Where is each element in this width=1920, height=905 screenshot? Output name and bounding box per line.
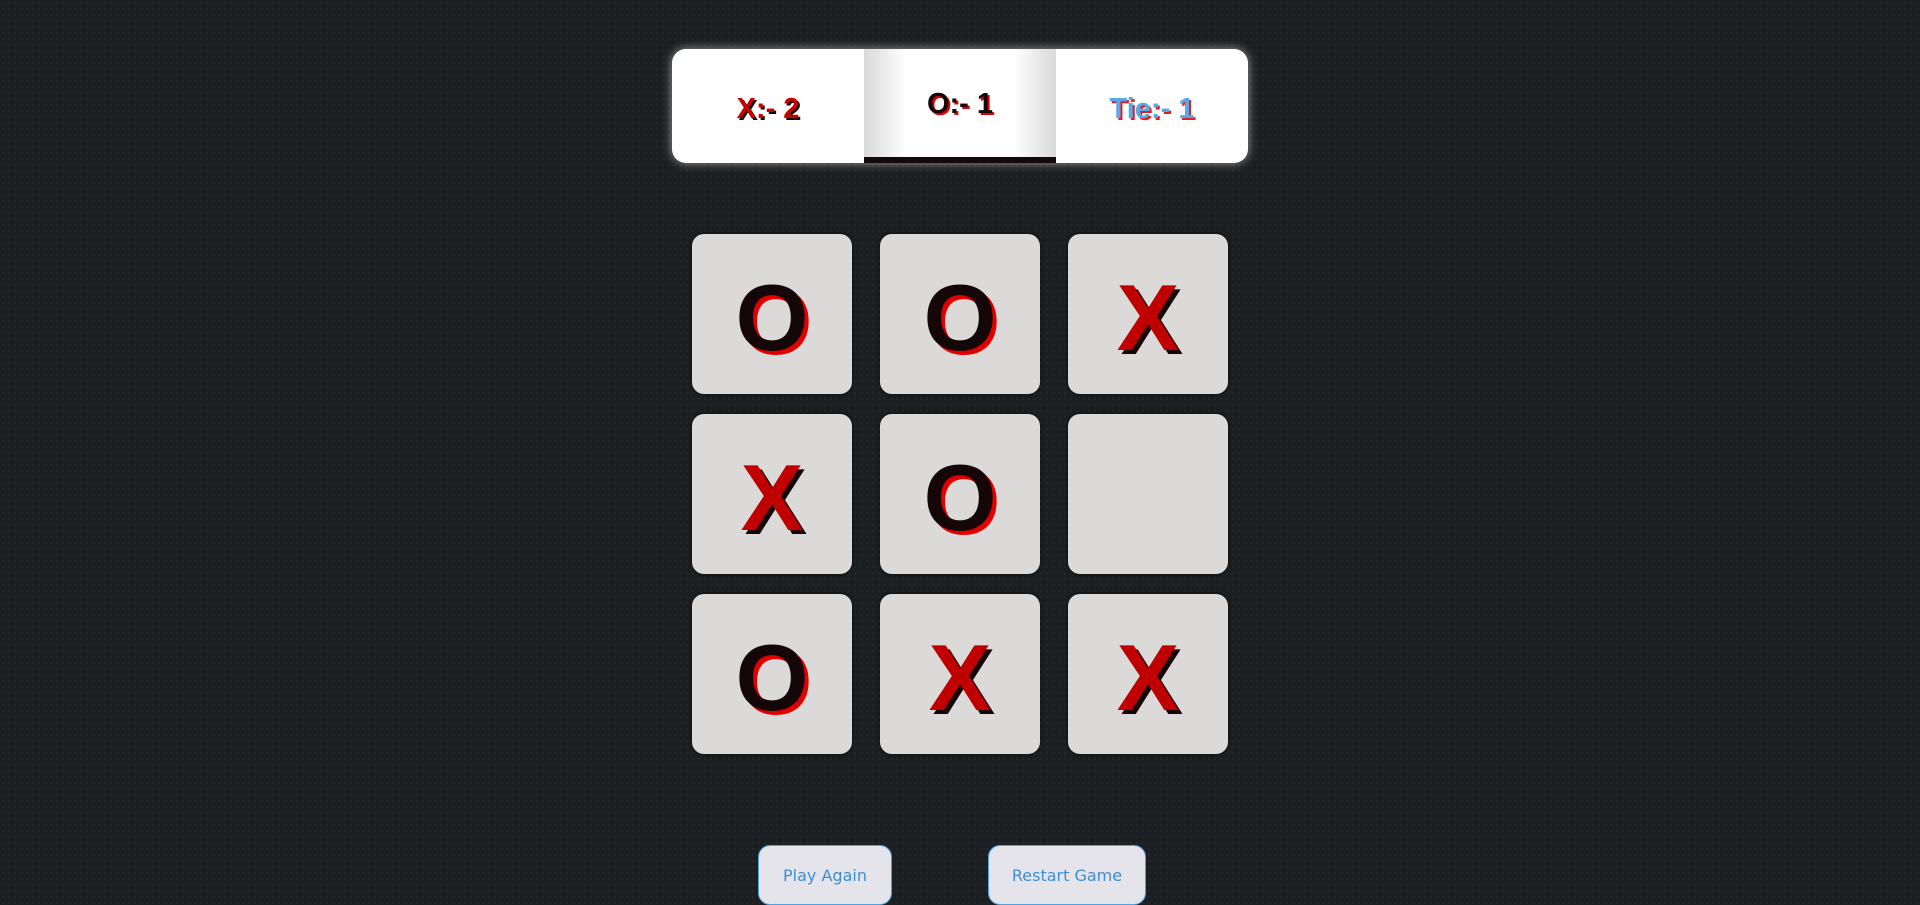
scoreboard: X:- 2 O:- 1 Tie:- 1 (672, 49, 1248, 163)
score-tie: Tie:- 1 (1109, 92, 1195, 125)
board-cell-1[interactable]: O (692, 234, 852, 394)
board-cell-6[interactable] (1068, 414, 1228, 574)
restart-game-button[interactable]: Restart Game (988, 845, 1146, 905)
score-x: X:- 2 (736, 92, 800, 125)
board-cell-3[interactable]: X (1068, 234, 1228, 394)
board-cell-9[interactable]: X (1068, 594, 1228, 754)
board-cell-7[interactable]: O (692, 594, 852, 754)
game-board: O O X X O O X X (692, 234, 1228, 754)
board-cell-2[interactable]: O (880, 234, 1040, 394)
board-cell-5[interactable]: O (880, 414, 1040, 574)
board-cell-4[interactable]: X (692, 414, 852, 574)
board-cell-8[interactable]: X (880, 594, 1040, 754)
play-again-button[interactable]: Play Again (758, 845, 892, 905)
score-o-active-turn: O:- 1 (864, 49, 1056, 163)
